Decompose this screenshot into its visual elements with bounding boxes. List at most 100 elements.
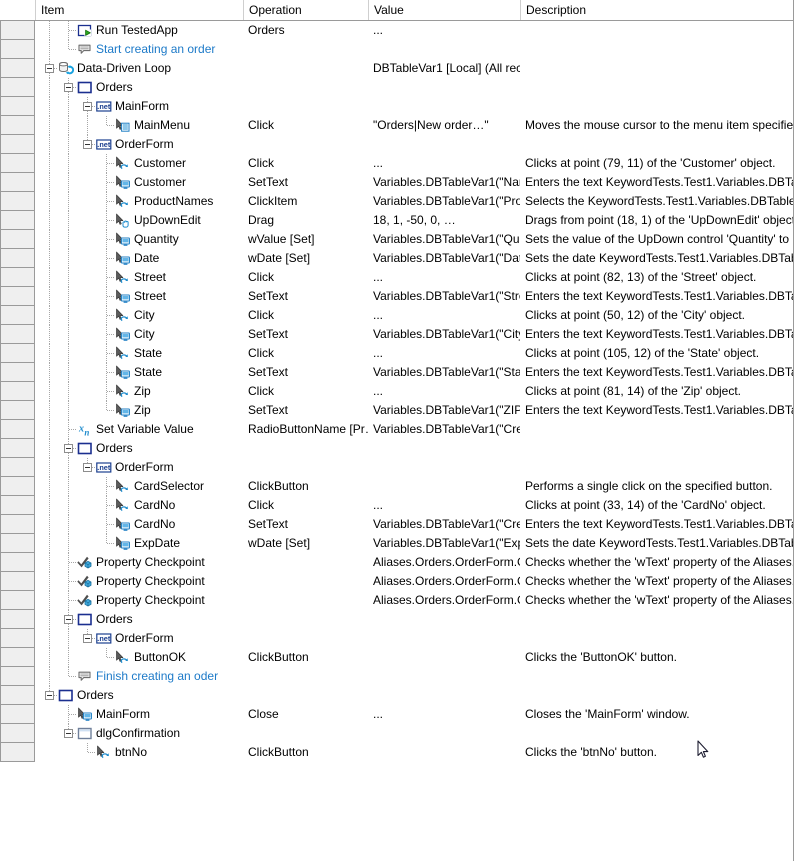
tree-row[interactable]: City Click... Clicks at point (50, 12) of … <box>35 306 793 325</box>
tree-row[interactable]: Start creating an order <box>35 40 793 59</box>
tree-row[interactable]: Street Click... Clicks at point (82, 13) o… <box>35 268 793 287</box>
gutter-cell[interactable] <box>0 135 35 154</box>
gutter-cell[interactable] <box>0 648 35 667</box>
gutter-cell[interactable] <box>0 610 35 629</box>
tree-row[interactable]: Zip Click... Clicks at point (81, 14) of t… <box>35 382 793 401</box>
tree-expander[interactable] <box>83 634 92 643</box>
gutter-cell[interactable] <box>0 154 35 173</box>
gutter-cell[interactable] <box>0 553 35 572</box>
tree-row[interactable]: CardNo Click... Clicks at point (33, 14) o… <box>35 496 793 515</box>
tree-row[interactable]: CardNo SetText Variables.DBTableVar1("Cre…… <box>35 515 793 534</box>
click-object-icon <box>115 346 131 361</box>
column-header-description[interactable]: Description <box>521 0 793 20</box>
tree-row[interactable]: .net OrderForm <box>35 629 793 648</box>
click-object-icon <box>115 498 131 513</box>
gutter-cell[interactable] <box>0 534 35 553</box>
gutter-cell[interactable] <box>0 230 35 249</box>
gutter-cell[interactable] <box>0 78 35 97</box>
tree-row[interactable]: Property Checkpoint Aliases.Orders.OrderF… <box>35 572 793 591</box>
tree-row[interactable]: x n Set Variable Value RadioButtonName [Pr…… <box>35 420 793 439</box>
gutter-cell[interactable] <box>0 192 35 211</box>
gutter-cell[interactable] <box>0 401 35 420</box>
gutter-cell[interactable] <box>0 116 35 135</box>
cell-operation: ClickButton <box>248 479 309 493</box>
tree-expander[interactable] <box>64 83 73 92</box>
gutter-cell[interactable] <box>0 496 35 515</box>
gutter-cell[interactable] <box>0 591 35 610</box>
test-step-tree[interactable]: Run TestedApp Orders... Start creating an … <box>35 21 793 762</box>
tree-row[interactable]: Property Checkpoint Aliases.Orders.OrderF… <box>35 553 793 572</box>
column-header-operation[interactable]: Operation <box>244 0 368 20</box>
tree-row[interactable]: City SetText Variables.DBTableVar1("City")… <box>35 325 793 344</box>
text-object-icon <box>115 517 131 532</box>
tree-expander[interactable] <box>83 140 92 149</box>
tree-row[interactable]: .net OrderForm <box>35 135 793 154</box>
tree-row[interactable]: Zip SetText Variables.DBTableVar1("ZIP") En… <box>35 401 793 420</box>
gutter-cell[interactable] <box>0 420 35 439</box>
tree-row[interactable]: Street SetText Variables.DBTableVar1("Str e… <box>35 287 793 306</box>
cell-value: Variables.DBTableVar1("Prod… <box>373 194 520 208</box>
gutter-cell[interactable] <box>0 458 35 477</box>
tree-row[interactable]: Customer Click... Clicks at point (79, 11)… <box>35 154 793 173</box>
gutter-cell[interactable] <box>0 40 35 59</box>
gutter-cell[interactable] <box>0 439 35 458</box>
tree-row[interactable]: .net OrderForm <box>35 458 793 477</box>
tree-row[interactable]: UpDownEdit Drag 18, 1, -50, 0, … Drags from… <box>35 211 793 230</box>
tree-row[interactable]: Data-Driven Loop DBTableVar1 [Local] (All… <box>35 59 793 78</box>
gutter-cell[interactable] <box>0 268 35 287</box>
tree-expander[interactable] <box>45 64 54 73</box>
gutter-cell[interactable] <box>0 705 35 724</box>
tree-expander[interactable] <box>64 444 73 453</box>
tree-row[interactable]: Date wDate [Set] Variables.DBTableVar1("Da… <box>35 249 793 268</box>
tree-row[interactable]: CardSelector ClickButton Performs a single… <box>35 477 793 496</box>
tree-row[interactable]: Orders <box>35 78 793 97</box>
tree-row[interactable]: ButtonOK ClickButton Clicks the 'ButtonOK'… <box>35 648 793 667</box>
tree-row[interactable]: btnNo ClickButton Clicks the 'btnNo' butto… <box>35 743 793 762</box>
gutter-cell[interactable] <box>0 325 35 344</box>
tree-expander[interactable] <box>83 102 92 111</box>
gutter-cell[interactable] <box>0 287 35 306</box>
gutter-cell[interactable] <box>0 743 35 762</box>
tree-row[interactable]: Property Checkpoint Aliases.Orders.OrderF… <box>35 591 793 610</box>
tree-row[interactable]: Orders <box>35 686 793 705</box>
tree-row[interactable]: Run TestedApp Orders... <box>35 21 793 40</box>
tree-row[interactable]: Orders <box>35 610 793 629</box>
tree-row[interactable]: ExpDate wDate [Set] Variables.DBTableVar1(… <box>35 534 793 553</box>
gutter-cell[interactable] <box>0 686 35 705</box>
gutter-cell[interactable] <box>0 21 35 40</box>
gutter-cell[interactable] <box>0 249 35 268</box>
tree-expander[interactable] <box>64 615 73 624</box>
tree-row[interactable]: MainForm Close... Closes the 'MainForm' wi… <box>35 705 793 724</box>
gutter-cell[interactable] <box>0 363 35 382</box>
gutter-cell[interactable] <box>0 211 35 230</box>
column-header-value[interactable]: Value <box>369 0 520 20</box>
tree-row[interactable]: MainMenu Click "Orders|New order…" Moves th… <box>35 116 793 135</box>
gutter-cell[interactable] <box>0 173 35 192</box>
tree-row[interactable]: State SetText Variables.DBTableVar1("State… <box>35 363 793 382</box>
tree-row[interactable]: Customer SetText Variables.DBTableVar1("Na… <box>35 173 793 192</box>
tree-row[interactable]: Finish creating an oder <box>35 667 793 686</box>
gutter-cell[interactable] <box>0 97 35 116</box>
tree-row[interactable]: ProductNames ClickItem Variables.DBTableVa… <box>35 192 793 211</box>
gutter-cell[interactable] <box>0 572 35 591</box>
gutter-cell[interactable] <box>0 382 35 401</box>
gutter-cell[interactable] <box>0 59 35 78</box>
tree-row[interactable]: Orders <box>35 439 793 458</box>
tree-row-label: ButtonOK <box>134 650 187 664</box>
tree-guide-line <box>68 116 69 135</box>
gutter-cell[interactable] <box>0 306 35 325</box>
gutter-cell[interactable] <box>0 724 35 743</box>
gutter-cell[interactable] <box>0 629 35 648</box>
gutter-cell[interactable] <box>0 344 35 363</box>
column-header-item[interactable]: Item <box>36 0 243 20</box>
tree-expander[interactable] <box>83 463 92 472</box>
tree-row[interactable]: .net MainForm <box>35 97 793 116</box>
tree-expander[interactable] <box>64 729 73 738</box>
tree-expander[interactable] <box>45 691 54 700</box>
gutter-cell[interactable] <box>0 515 35 534</box>
tree-row[interactable]: dlgConfirmation <box>35 724 793 743</box>
tree-row[interactable]: State Click... Clicks at point (105, 12) o… <box>35 344 793 363</box>
gutter-cell[interactable] <box>0 667 35 686</box>
tree-row[interactable]: Quantity wValue [Set] Variables.DBTableVar… <box>35 230 793 249</box>
gutter-cell[interactable] <box>0 477 35 496</box>
